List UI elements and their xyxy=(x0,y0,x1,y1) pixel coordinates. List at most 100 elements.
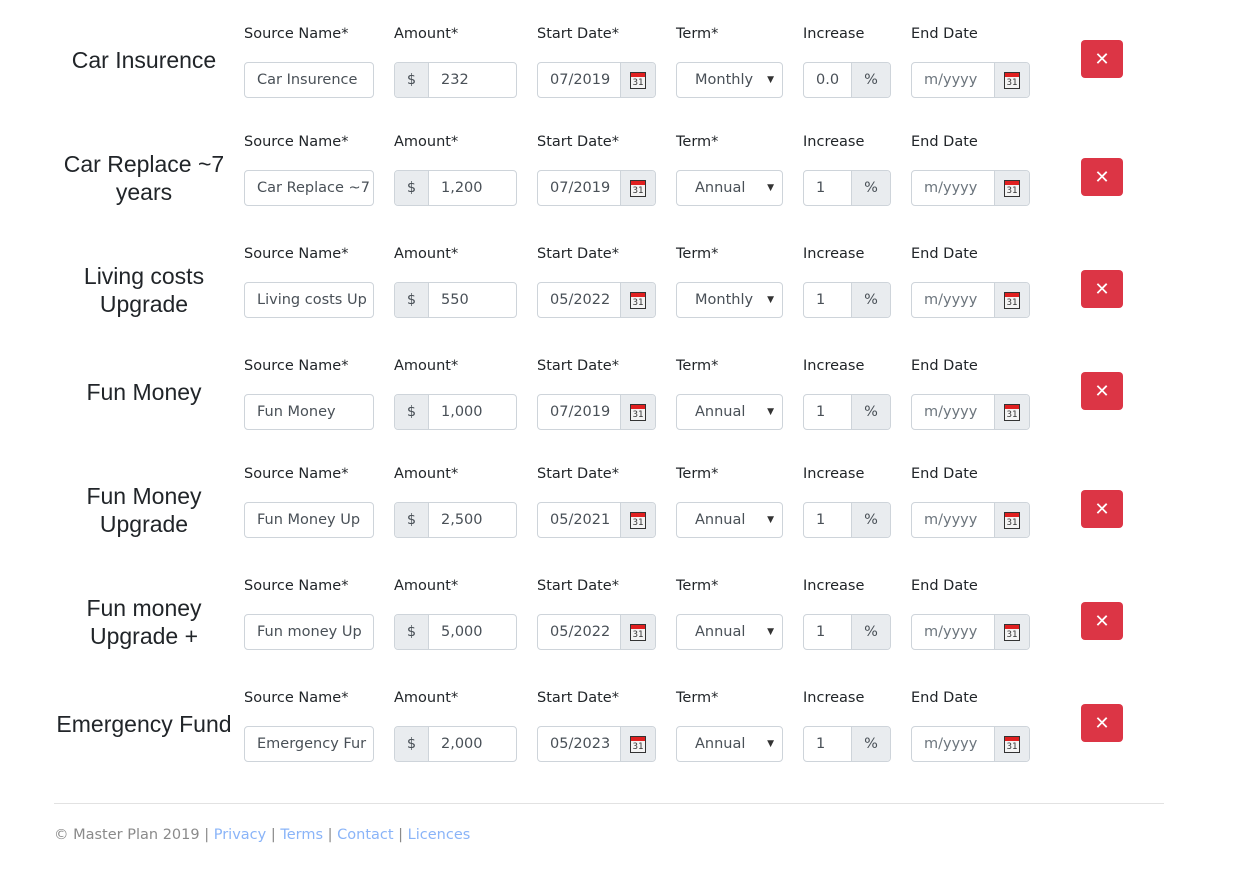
percent-addon: % xyxy=(851,171,890,205)
close-icon: ✕ xyxy=(1094,712,1110,734)
delete-row-button[interactable]: ✕ xyxy=(1081,704,1123,742)
end-date-input[interactable]: m/yyyy 31 xyxy=(911,726,1030,762)
term-select[interactable]: Annual ▼ xyxy=(676,502,783,538)
source-name-input[interactable]: Fun money Up xyxy=(244,614,374,650)
amount-input[interactable]: $ 232 xyxy=(394,62,517,98)
increase-value: 1 xyxy=(816,736,826,752)
start-date-label: Start Date* xyxy=(537,26,619,42)
increase-input[interactable]: 1 % xyxy=(803,282,891,318)
source-name-input[interactable]: Fun Money Up xyxy=(244,502,374,538)
contact-link[interactable]: Contact xyxy=(337,827,393,843)
start-date-input[interactable]: 07/2019 31 xyxy=(537,394,656,430)
start-date-label: Start Date* xyxy=(537,690,619,706)
end-date-label: End Date xyxy=(911,358,978,374)
source-name-value: Emergency Fur xyxy=(257,736,367,752)
source-name-label: Source Name* xyxy=(244,466,349,482)
end-date-input[interactable]: m/yyyy 31 xyxy=(911,62,1030,98)
term-label: Term* xyxy=(676,26,719,42)
increase-input[interactable]: 1 % xyxy=(803,394,891,430)
end-date-input[interactable]: m/yyyy 31 xyxy=(911,394,1030,430)
term-select[interactable]: Annual ▼ xyxy=(676,394,783,430)
source-name-input[interactable]: Living costs Up xyxy=(244,282,374,318)
delete-row-button[interactable]: ✕ xyxy=(1081,158,1123,196)
term-select[interactable]: Monthly ▼ xyxy=(676,282,783,318)
end-date-calendar-button[interactable]: 31 xyxy=(994,727,1029,761)
terms-link[interactable]: Terms xyxy=(280,827,323,843)
footer: © Master Plan 2019 | Privacy | Terms | C… xyxy=(54,827,470,843)
end-date-calendar-button[interactable]: 31 xyxy=(994,395,1029,429)
licences-link[interactable]: Licences xyxy=(408,827,471,843)
start-date-input[interactable]: 07/2019 31 xyxy=(537,170,656,206)
end-date-input[interactable]: m/yyyy 31 xyxy=(911,502,1030,538)
percent-addon: % xyxy=(851,727,890,761)
amount-input[interactable]: $ 550 xyxy=(394,282,517,318)
term-select[interactable]: Annual ▼ xyxy=(676,614,783,650)
expense-row: Emergency Fund Source Name* Emergency Fu… xyxy=(0,690,1250,802)
term-select[interactable]: Monthly ▼ xyxy=(676,62,783,98)
increase-input[interactable]: 1 % xyxy=(803,614,891,650)
end-date-calendar-button[interactable]: 31 xyxy=(994,503,1029,537)
row-title: Fun Money Upgrade xyxy=(86,483,202,537)
source-name-input[interactable]: Car Replace ~7 xyxy=(244,170,374,206)
term-label: Term* xyxy=(676,578,719,594)
source-name-input[interactable]: Fun Money xyxy=(244,394,374,430)
chevron-down-icon: ▼ xyxy=(767,739,774,749)
delete-row-button[interactable]: ✕ xyxy=(1081,372,1123,410)
expense-row: Car Replace ~7 years Source Name* Car Re… xyxy=(0,134,1250,246)
increase-input[interactable]: 1 % xyxy=(803,502,891,538)
term-label: Term* xyxy=(676,246,719,262)
increase-input[interactable]: 1 % xyxy=(803,726,891,762)
increase-label: Increase xyxy=(803,358,865,374)
term-select[interactable]: Annual ▼ xyxy=(676,170,783,206)
delete-row-button[interactable]: ✕ xyxy=(1081,270,1123,308)
end-date-placeholder: m/yyyy xyxy=(924,180,978,196)
amount-input[interactable]: $ 1,200 xyxy=(394,170,517,206)
close-icon: ✕ xyxy=(1094,498,1110,520)
start-date-input[interactable]: 05/2022 31 xyxy=(537,614,656,650)
term-select[interactable]: Annual ▼ xyxy=(676,726,783,762)
increase-input[interactable]: 0.0 % xyxy=(803,62,891,98)
amount-input[interactable]: $ 2,000 xyxy=(394,726,517,762)
expense-row: Fun money Upgrade + Source Name* Fun mon… xyxy=(0,578,1250,690)
start-date-calendar-button[interactable]: 31 xyxy=(620,63,655,97)
source-name-label: Source Name* xyxy=(244,578,349,594)
start-date-calendar-button[interactable]: 31 xyxy=(620,615,655,649)
start-date-input[interactable]: 05/2022 31 xyxy=(537,282,656,318)
amount-input[interactable]: $ 2,500 xyxy=(394,502,517,538)
end-date-calendar-button[interactable]: 31 xyxy=(994,171,1029,205)
end-date-input[interactable]: m/yyyy 31 xyxy=(911,170,1030,206)
start-date-calendar-button[interactable]: 31 xyxy=(620,283,655,317)
close-icon: ✕ xyxy=(1094,166,1110,188)
amount-input[interactable]: $ 5,000 xyxy=(394,614,517,650)
privacy-link[interactable]: Privacy xyxy=(214,827,267,843)
percent-addon: % xyxy=(851,283,890,317)
expense-row: Fun Money Source Name* Fun Money Amount*… xyxy=(0,358,1250,470)
amount-value: 2,500 xyxy=(441,512,483,528)
end-date-input[interactable]: m/yyyy 31 xyxy=(911,282,1030,318)
start-date-calendar-button[interactable]: 31 xyxy=(620,395,655,429)
percent-addon: % xyxy=(851,395,890,429)
delete-row-button[interactable]: ✕ xyxy=(1081,602,1123,640)
end-date-calendar-button[interactable]: 31 xyxy=(994,615,1029,649)
start-date-calendar-button[interactable]: 31 xyxy=(620,171,655,205)
start-date-input[interactable]: 07/2019 31 xyxy=(537,62,656,98)
end-date-calendar-button[interactable]: 31 xyxy=(994,283,1029,317)
start-date-input[interactable]: 05/2021 31 xyxy=(537,502,656,538)
delete-row-button[interactable]: ✕ xyxy=(1081,490,1123,528)
start-date-calendar-button[interactable]: 31 xyxy=(620,727,655,761)
start-date-label: Start Date* xyxy=(537,134,619,150)
currency-addon: $ xyxy=(395,395,429,429)
source-name-input[interactable]: Emergency Fur xyxy=(244,726,374,762)
source-name-input[interactable]: Car Insurence xyxy=(244,62,374,98)
increase-input[interactable]: 1 % xyxy=(803,170,891,206)
start-date-calendar-button[interactable]: 31 xyxy=(620,503,655,537)
end-date-calendar-button[interactable]: 31 xyxy=(994,63,1029,97)
start-date-input[interactable]: 05/2023 31 xyxy=(537,726,656,762)
end-date-label: End Date xyxy=(911,690,978,706)
end-date-input[interactable]: m/yyyy 31 xyxy=(911,614,1030,650)
chevron-down-icon: ▼ xyxy=(767,295,774,305)
amount-value: 1,200 xyxy=(441,180,483,196)
amount-input[interactable]: $ 1,000 xyxy=(394,394,517,430)
delete-row-button[interactable]: ✕ xyxy=(1081,40,1123,78)
end-date-placeholder: m/yyyy xyxy=(924,292,978,308)
